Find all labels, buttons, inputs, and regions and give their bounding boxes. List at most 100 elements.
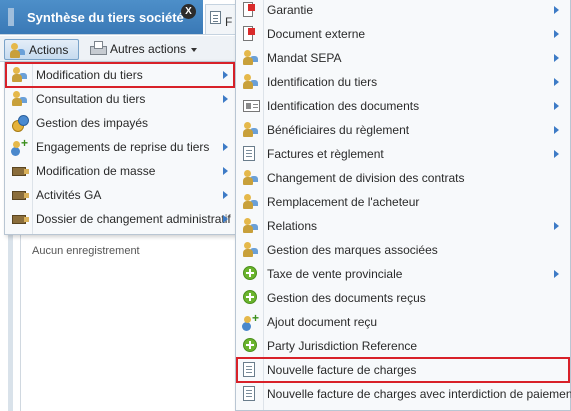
- truck-icon: [12, 165, 29, 177]
- document-icon: [243, 146, 255, 161]
- users-icon: [243, 122, 259, 138]
- menu-item-gestion-des-impayes[interactable]: Gestion des impayés: [5, 111, 235, 135]
- menu-item-label: Factures et règlement: [267, 147, 384, 161]
- menu-item-label: Modification de masse: [36, 164, 156, 178]
- empty-state-text: Aucun enregistrement: [32, 245, 140, 257]
- menu-item-mandat-sepa[interactable]: Mandat SEPA: [236, 46, 570, 70]
- users-icon: [12, 91, 28, 107]
- menu-item-label: Engagements de reprise du tiers: [36, 140, 210, 154]
- menu-item-relations[interactable]: Relations: [236, 214, 570, 238]
- actions-menu: Modification du tiers Consultation du tie…: [4, 61, 236, 235]
- menu-item-label: Identification des documents: [267, 99, 420, 113]
- card-icon: [243, 100, 260, 112]
- users-icon: [243, 50, 259, 66]
- other-actions-button[interactable]: Autres actions: [88, 39, 198, 60]
- truck-icon: [12, 213, 29, 225]
- menu-item-label: Document externe: [267, 27, 366, 41]
- plus-circle-icon: [243, 338, 257, 352]
- menu-item-label: Activités GA: [36, 188, 102, 202]
- actions-label: Actions: [29, 43, 69, 57]
- menu-item-party-jurisdiction-reference[interactable]: Party Jurisdiction Reference: [236, 334, 570, 358]
- menu-item-garantie[interactable]: Garantie: [236, 0, 570, 22]
- chevron-right-icon: [223, 167, 228, 175]
- tab-label: Synthèse du tiers société: [27, 10, 184, 25]
- flag-icon: [243, 2, 255, 17]
- chevron-right-icon: [554, 150, 559, 158]
- users-icon: [243, 242, 259, 258]
- menu-item-label: Bénéficiaires du règlement: [267, 123, 410, 137]
- users-icon: [243, 194, 259, 210]
- plus-circle-icon: [243, 266, 257, 280]
- menu-item-label: Remplacement de l'acheteur: [267, 195, 420, 209]
- chevron-right-icon: [223, 143, 228, 151]
- content-panel: [20, 235, 235, 411]
- menu-item-taxe-de-vente-provinciale[interactable]: Taxe de vente provinciale: [236, 262, 570, 286]
- menu-item-label: Gestion des impayés: [36, 116, 149, 130]
- chevron-right-icon: [554, 126, 559, 134]
- users-icon: [10, 43, 26, 59]
- chevron-right-icon: [554, 222, 559, 230]
- flag-icon: [243, 26, 255, 41]
- tab-marker: [8, 8, 14, 26]
- actions-button[interactable]: Actions: [4, 39, 79, 67]
- plus-circle-icon: [243, 290, 257, 304]
- users-icon: [243, 74, 259, 90]
- chevron-right-icon: [223, 191, 228, 199]
- chevron-right-icon: [554, 78, 559, 86]
- chevron-right-icon: [223, 215, 228, 223]
- chevron-right-icon: [554, 102, 559, 110]
- selection-highlight: [5, 62, 235, 88]
- menu-item-label: Garantie: [267, 3, 314, 17]
- users-icon: [243, 170, 259, 186]
- menu-item-ajout-document-recu[interactable]: Ajout document reçu: [236, 310, 570, 334]
- menu-item-label: Gestion des documents reçus: [267, 291, 426, 305]
- menu-item-factures-et-reglement[interactable]: Factures et règlement: [236, 142, 570, 166]
- menu-item-label: Identification du tiers: [267, 75, 378, 89]
- menu-item-remplacement-de-l-acheteur[interactable]: Remplacement de l'acheteur: [236, 190, 570, 214]
- menu-item-gestion-des-marques-associees[interactable]: Gestion des marques associées: [236, 238, 570, 262]
- menu-item-label: Consultation du tiers: [36, 92, 146, 106]
- user-plus-icon: [12, 136, 28, 155]
- chevron-right-icon: [554, 54, 559, 62]
- menu-item-label: Gestion des marques associées: [267, 243, 438, 257]
- menu-item-label: Ajout document reçu: [267, 315, 378, 329]
- menu-item-changement-de-division-des-contrats[interactable]: Changement de division des contrats: [236, 166, 570, 190]
- menu-item-modification-de-masse[interactable]: Modification de masse: [5, 159, 235, 183]
- menu-item-identification-du-tiers[interactable]: Identification du tiers: [236, 70, 570, 94]
- printer-icon: [90, 41, 107, 55]
- menu-item-label: Dossier de changement administratif: [36, 212, 231, 226]
- chevron-right-icon: [554, 270, 559, 278]
- menu-item-label: Mandat SEPA: [267, 51, 342, 65]
- coins-icon: [12, 115, 29, 132]
- chevron-right-icon: [223, 95, 228, 103]
- menu-item-gestion-des-documents-recus[interactable]: Gestion des documents reçus: [236, 286, 570, 310]
- menu-item-nouvelle-facture-de-charges-avec-interdiction-de-paiement[interactable]: Nouvelle facture de charges avec interdi…: [236, 382, 571, 406]
- selection-highlight: [236, 357, 570, 383]
- menu-item-label: Changement de division des contrats: [267, 171, 465, 185]
- chevron-right-icon: [554, 6, 559, 14]
- truck-icon: [12, 189, 29, 201]
- chevron-right-icon: [554, 30, 559, 38]
- menu-item-label: Nouvelle facture de charges avec interdi…: [267, 387, 571, 401]
- close-icon[interactable]: X: [181, 4, 196, 19]
- menu-item-activites-ga[interactable]: Activités GA: [5, 183, 235, 207]
- document-icon: [210, 11, 221, 24]
- menu-item-label: Relations: [267, 219, 318, 233]
- chevron-down-icon: [191, 47, 198, 52]
- toolbar: Actions Autres actions: [0, 36, 240, 67]
- menu-item-consultation-du-tiers[interactable]: Consultation du tiers: [5, 87, 235, 111]
- menu-item-label: Taxe de vente provinciale: [267, 267, 403, 281]
- menu-item-label: Party Jurisdiction Reference: [267, 339, 418, 353]
- tab-synthese[interactable]: Synthèse du tiers société X: [0, 0, 203, 34]
- document-icon: [243, 386, 255, 401]
- menu-item-dossier-de-changement-administratif[interactable]: Dossier de changement administratif: [5, 207, 235, 231]
- menu-item-identification-des-documents[interactable]: Identification des documents: [236, 94, 570, 118]
- tab-second-label: F: [225, 15, 233, 29]
- users-icon: [243, 218, 259, 234]
- user-plus-icon: [243, 311, 259, 330]
- menu-item-beneficiaires-du-reglement[interactable]: Bénéficiaires du règlement: [236, 118, 570, 142]
- menu-item-document-externe[interactable]: Document externe: [236, 22, 570, 46]
- modification-submenu: Garantie Document externe Mandat SEPA Ident…: [235, 0, 571, 411]
- other-actions-label: Autres actions: [110, 42, 187, 56]
- menu-item-engagements-de-reprise-du-tiers[interactable]: Engagements de reprise du tiers: [5, 135, 235, 159]
